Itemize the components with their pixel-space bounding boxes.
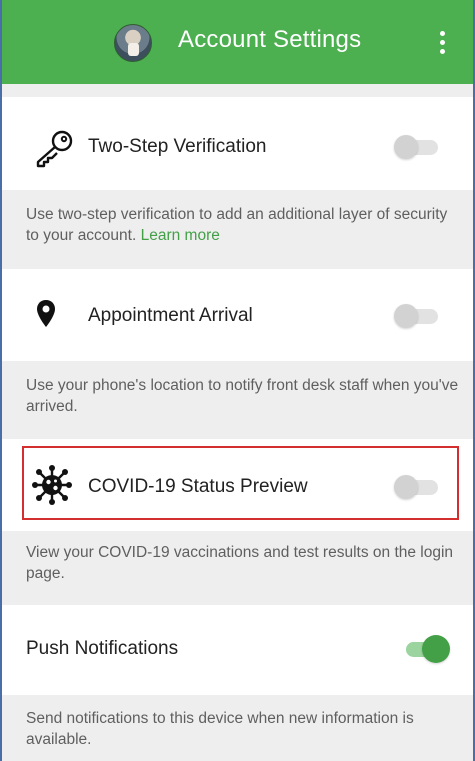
setting-row-appointment-arrival[interactable]: Appointment Arrival (2, 269, 473, 361)
avatar[interactable] (114, 24, 152, 62)
push-notifications-label: Push Notifications (26, 638, 179, 659)
more-vert-icon[interactable] (432, 24, 452, 60)
page-title: Account Settings (178, 26, 362, 53)
setting-row-push-notifications[interactable]: Push Notifications (2, 605, 473, 695)
app-screen: Account Settings Two-Step Verification U… (0, 0, 475, 761)
appointment-arrival-label: Appointment Arrival (88, 305, 253, 326)
appointment-arrival-description: Use your phone's location to notify fron… (26, 377, 459, 415)
two-step-verification-description: Use two-step verification to add an addi… (26, 204, 459, 246)
key-icon (36, 130, 73, 168)
push-notifications-description: Send notifications to this device when n… (26, 710, 414, 748)
setting-row-two-step-verification[interactable]: Two-Step Verification (2, 97, 473, 190)
push-notifications-toggle[interactable] (404, 635, 450, 663)
highlight-box (22, 446, 459, 520)
covid-19-status-preview-description: View your COVID-19 vaccinations and test… (26, 544, 454, 582)
two-step-description-text: Use two-step verification to add an addi… (26, 206, 448, 244)
app-header: Account Settings (2, 0, 473, 84)
learn-more-link[interactable]: Learn more (141, 227, 220, 244)
two-step-verification-label: Two-Step Verification (88, 136, 267, 157)
location-pin-icon (37, 300, 55, 327)
appointment-arrival-toggle[interactable] (394, 304, 438, 328)
two-step-verification-toggle[interactable] (394, 135, 438, 159)
